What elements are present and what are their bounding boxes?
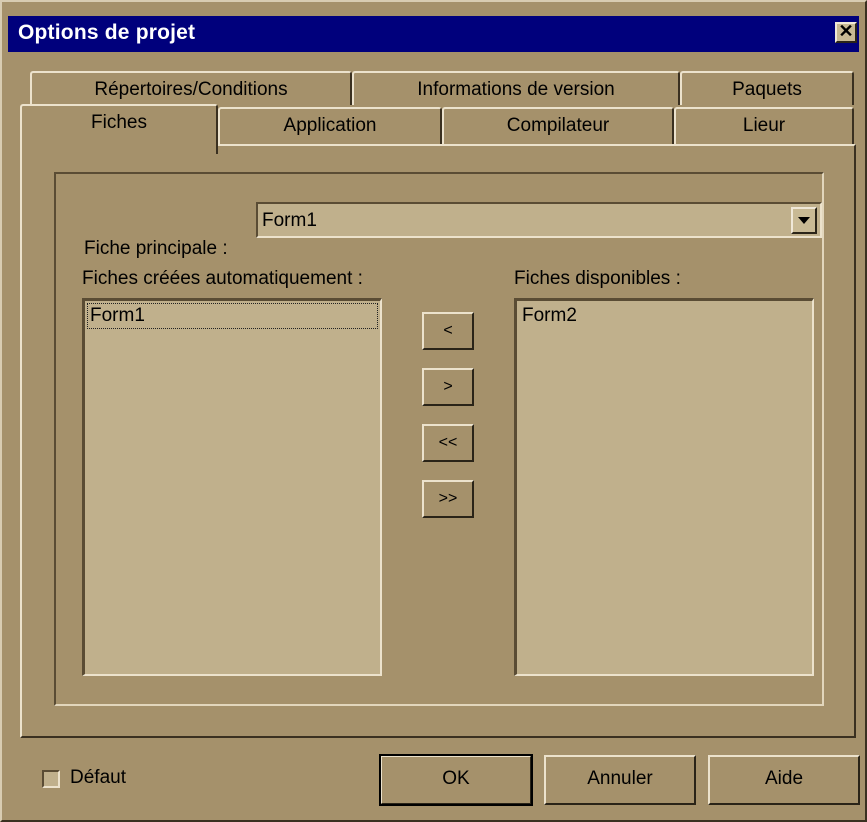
cancel-button[interactable]: Annuler <box>544 755 696 805</box>
default-checkbox-label[interactable]: Défaut <box>70 767 126 789</box>
close-icon: ✕ <box>838 21 854 41</box>
auto-forms-label: Fiches créées automatiquement : <box>82 268 363 289</box>
title-bar[interactable]: Options de projet ✕ <box>8 16 859 52</box>
tab-application[interactable]: Application <box>218 107 442 149</box>
tab-lieur[interactable]: Lieur <box>674 107 854 149</box>
main-form-combobox[interactable]: Form1 <box>256 202 822 238</box>
list-item[interactable]: Form1 <box>87 303 378 329</box>
list-item[interactable]: Form2 <box>520 304 579 328</box>
fiches-tab-panel: Fiche principale : Form1 Fiches créées a… <box>20 144 856 738</box>
move-all-left-button[interactable]: << <box>422 424 474 462</box>
tab-informations-version[interactable]: Informations de version <box>352 71 680 105</box>
main-form-label: Fiche principale : <box>84 238 228 259</box>
main-form-value: Form1 <box>262 210 317 231</box>
tab-fiches[interactable]: Fiches <box>20 104 218 154</box>
close-button[interactable]: ✕ <box>835 22 857 43</box>
tab-repertoires-conditions[interactable]: Répertoires/Conditions <box>30 71 352 105</box>
tab-compilateur[interactable]: Compilateur <box>442 107 674 149</box>
ok-button[interactable]: OK <box>379 754 533 806</box>
forms-groupbox: Fiche principale : Form1 Fiches créées a… <box>54 172 824 706</box>
help-button[interactable]: Aide <box>708 755 860 805</box>
chevron-down-icon[interactable] <box>791 207 817 234</box>
available-forms-label: Fiches disponibles : <box>514 268 681 289</box>
default-checkbox[interactable] <box>42 770 60 788</box>
project-options-dialog: Options de projet ✕ Répertoires/Conditio… <box>0 0 867 822</box>
tab-paquets[interactable]: Paquets <box>680 71 854 105</box>
auto-forms-listbox[interactable]: Form1 <box>82 298 382 676</box>
available-forms-listbox[interactable]: Form2 <box>514 298 814 676</box>
move-left-button[interactable]: < <box>422 312 474 350</box>
window-title: Options de projet <box>18 21 196 44</box>
move-all-right-button[interactable]: >> <box>422 480 474 518</box>
move-right-button[interactable]: > <box>422 368 474 406</box>
